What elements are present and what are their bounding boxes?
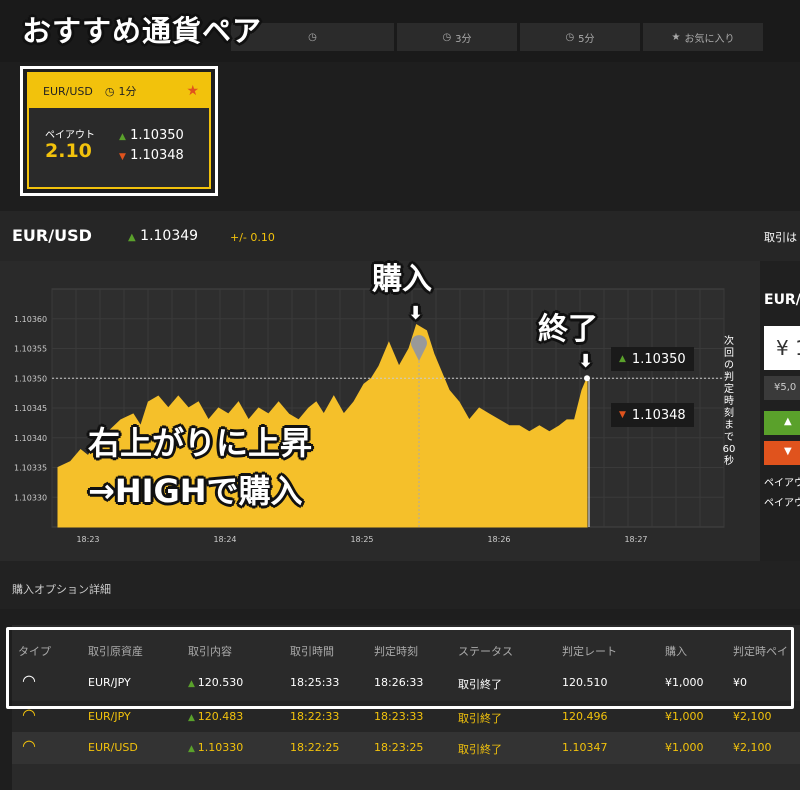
card-header: EUR/USD ◷ 1分 ★ [29,74,209,108]
up-arrow-icon: ▲ [784,416,792,427]
options-header-bar [0,561,800,609]
tab-5min[interactable]: ◷ 5分 [519,22,641,52]
y-tick-label: 1.10345 [14,404,47,413]
y-tick-label: 1.10330 [14,493,47,502]
high-button[interactable]: ▲ [764,411,800,435]
clock-icon: ◷ [442,31,452,43]
y-tick-label: 1.10360 [14,315,47,324]
y-tick-label: 1.10350 [14,374,47,383]
cell-rate: ▲ 1.10330 [188,741,244,754]
down-arrow-icon: ▼ [119,152,126,162]
row-highlight-frame [6,627,794,709]
favorite-star-icon[interactable]: ★ [186,83,199,99]
x-tick-label: 18:27 [624,535,647,544]
annotation-buy: 購入 [372,262,432,297]
y-tick-label: 1.10340 [14,434,47,443]
cell-rate: ▲ 120.483 [188,710,244,723]
cell-judge-time: 18:23:25 [374,741,424,754]
cell-payout: ¥2,100 [733,710,772,723]
card-duration: 1分 [118,85,137,98]
cell-status: 取引終了 [458,712,502,725]
up-arrow-icon: ▲ [188,744,198,754]
y-tick-label: 1.10355 [14,345,47,354]
pair-current-rate: ▲ 1.10349 [128,228,199,244]
cell-pair: EUR/USD [88,741,138,754]
cell-amount: ¥1,000 [665,710,704,723]
cell-payout: ¥2,100 [733,741,772,754]
pair-change: +/- 0.10 [230,231,275,244]
x-tick-label: 18:24 [213,535,236,544]
clock-icon: ◷ [104,84,115,98]
x-tick-label: 18:23 [76,535,99,544]
cell-judge-rate: 120.496 [562,710,608,723]
card-pair: EUR/USD [43,84,93,98]
high-rate-box: ▲ 1.10350 [611,347,694,371]
countdown-vertical-text: 次回の判定時刻まで60秒 [722,336,736,467]
payout-label-2: ペイアウ [764,498,800,509]
annotation-end: 終了 [538,312,598,347]
card-payout-value: 2.10 [45,140,92,162]
low-rate-box: ▼ 1.10348 [611,403,694,427]
tab-3min[interactable]: ◷ 3分 [396,22,518,52]
annotation-line1: 右上がりに上昇 [88,424,313,462]
cell-judge-time: 18:23:33 [374,710,424,723]
cell-amount: ¥1,000 [665,741,704,754]
cell-status: 取引終了 [458,743,502,756]
low-button[interactable]: ▼ [764,441,800,465]
down-arrow-icon: ▼ [784,446,792,457]
up-arrow-icon: ▲ [619,354,626,364]
quick-amount-button[interactable]: ¥5,0 [764,376,800,400]
cell-time: 18:22:25 [290,741,340,754]
down-arrow-icon: ▼ [619,410,626,420]
star-icon: ★ [671,31,681,43]
cell-pair: EUR/JPY [88,710,131,723]
cell-judge-rate: 1.10347 [562,741,608,754]
cell-time: 18:22:33 [290,710,340,723]
banner-title: おすすめ通貨ペア [22,14,263,48]
options-title: 購入オプション詳細 [12,583,111,596]
tab-favorites[interactable]: ★ お気に入り [642,22,764,52]
up-arrow-icon: ▲ [119,132,126,142]
up-arrow-icon: ▲ [128,232,136,243]
up-arrow-icon: ▲ [188,713,198,723]
trade-label: 取引は [764,231,797,244]
pair-name: EUR/USD [12,226,92,245]
order-panel-title: EUR/ [764,292,800,308]
y-tick-label: 1.10335 [14,464,47,473]
gauge-icon: ◠ [22,736,36,755]
card-high-rate: ▲ 1.10350 [119,128,184,143]
card-low-rate: ▼ 1.10348 [119,148,184,163]
clock-icon: ◷ [565,31,575,43]
x-tick-label: 18:25 [350,535,373,544]
asset-card-eurusd[interactable]: EUR/USD ◷ 1分 ★ ペイアウト 2.10 ▲ 1.10350 ▼ 1.… [27,72,211,189]
x-tick-label: 18:26 [487,535,510,544]
annotation-buy-arrow: ⬇ [408,303,424,324]
payout-label-1: ペイアウ [764,478,800,489]
annotation-line2: →HIGHで購入 [88,472,303,510]
annotation-end-arrow: ⬇ [578,351,594,372]
card-payout-label: ペイアウト [45,130,95,141]
clock-icon: ◷ [308,31,317,43]
amount-input[interactable]: ¥ 1 [764,326,800,370]
